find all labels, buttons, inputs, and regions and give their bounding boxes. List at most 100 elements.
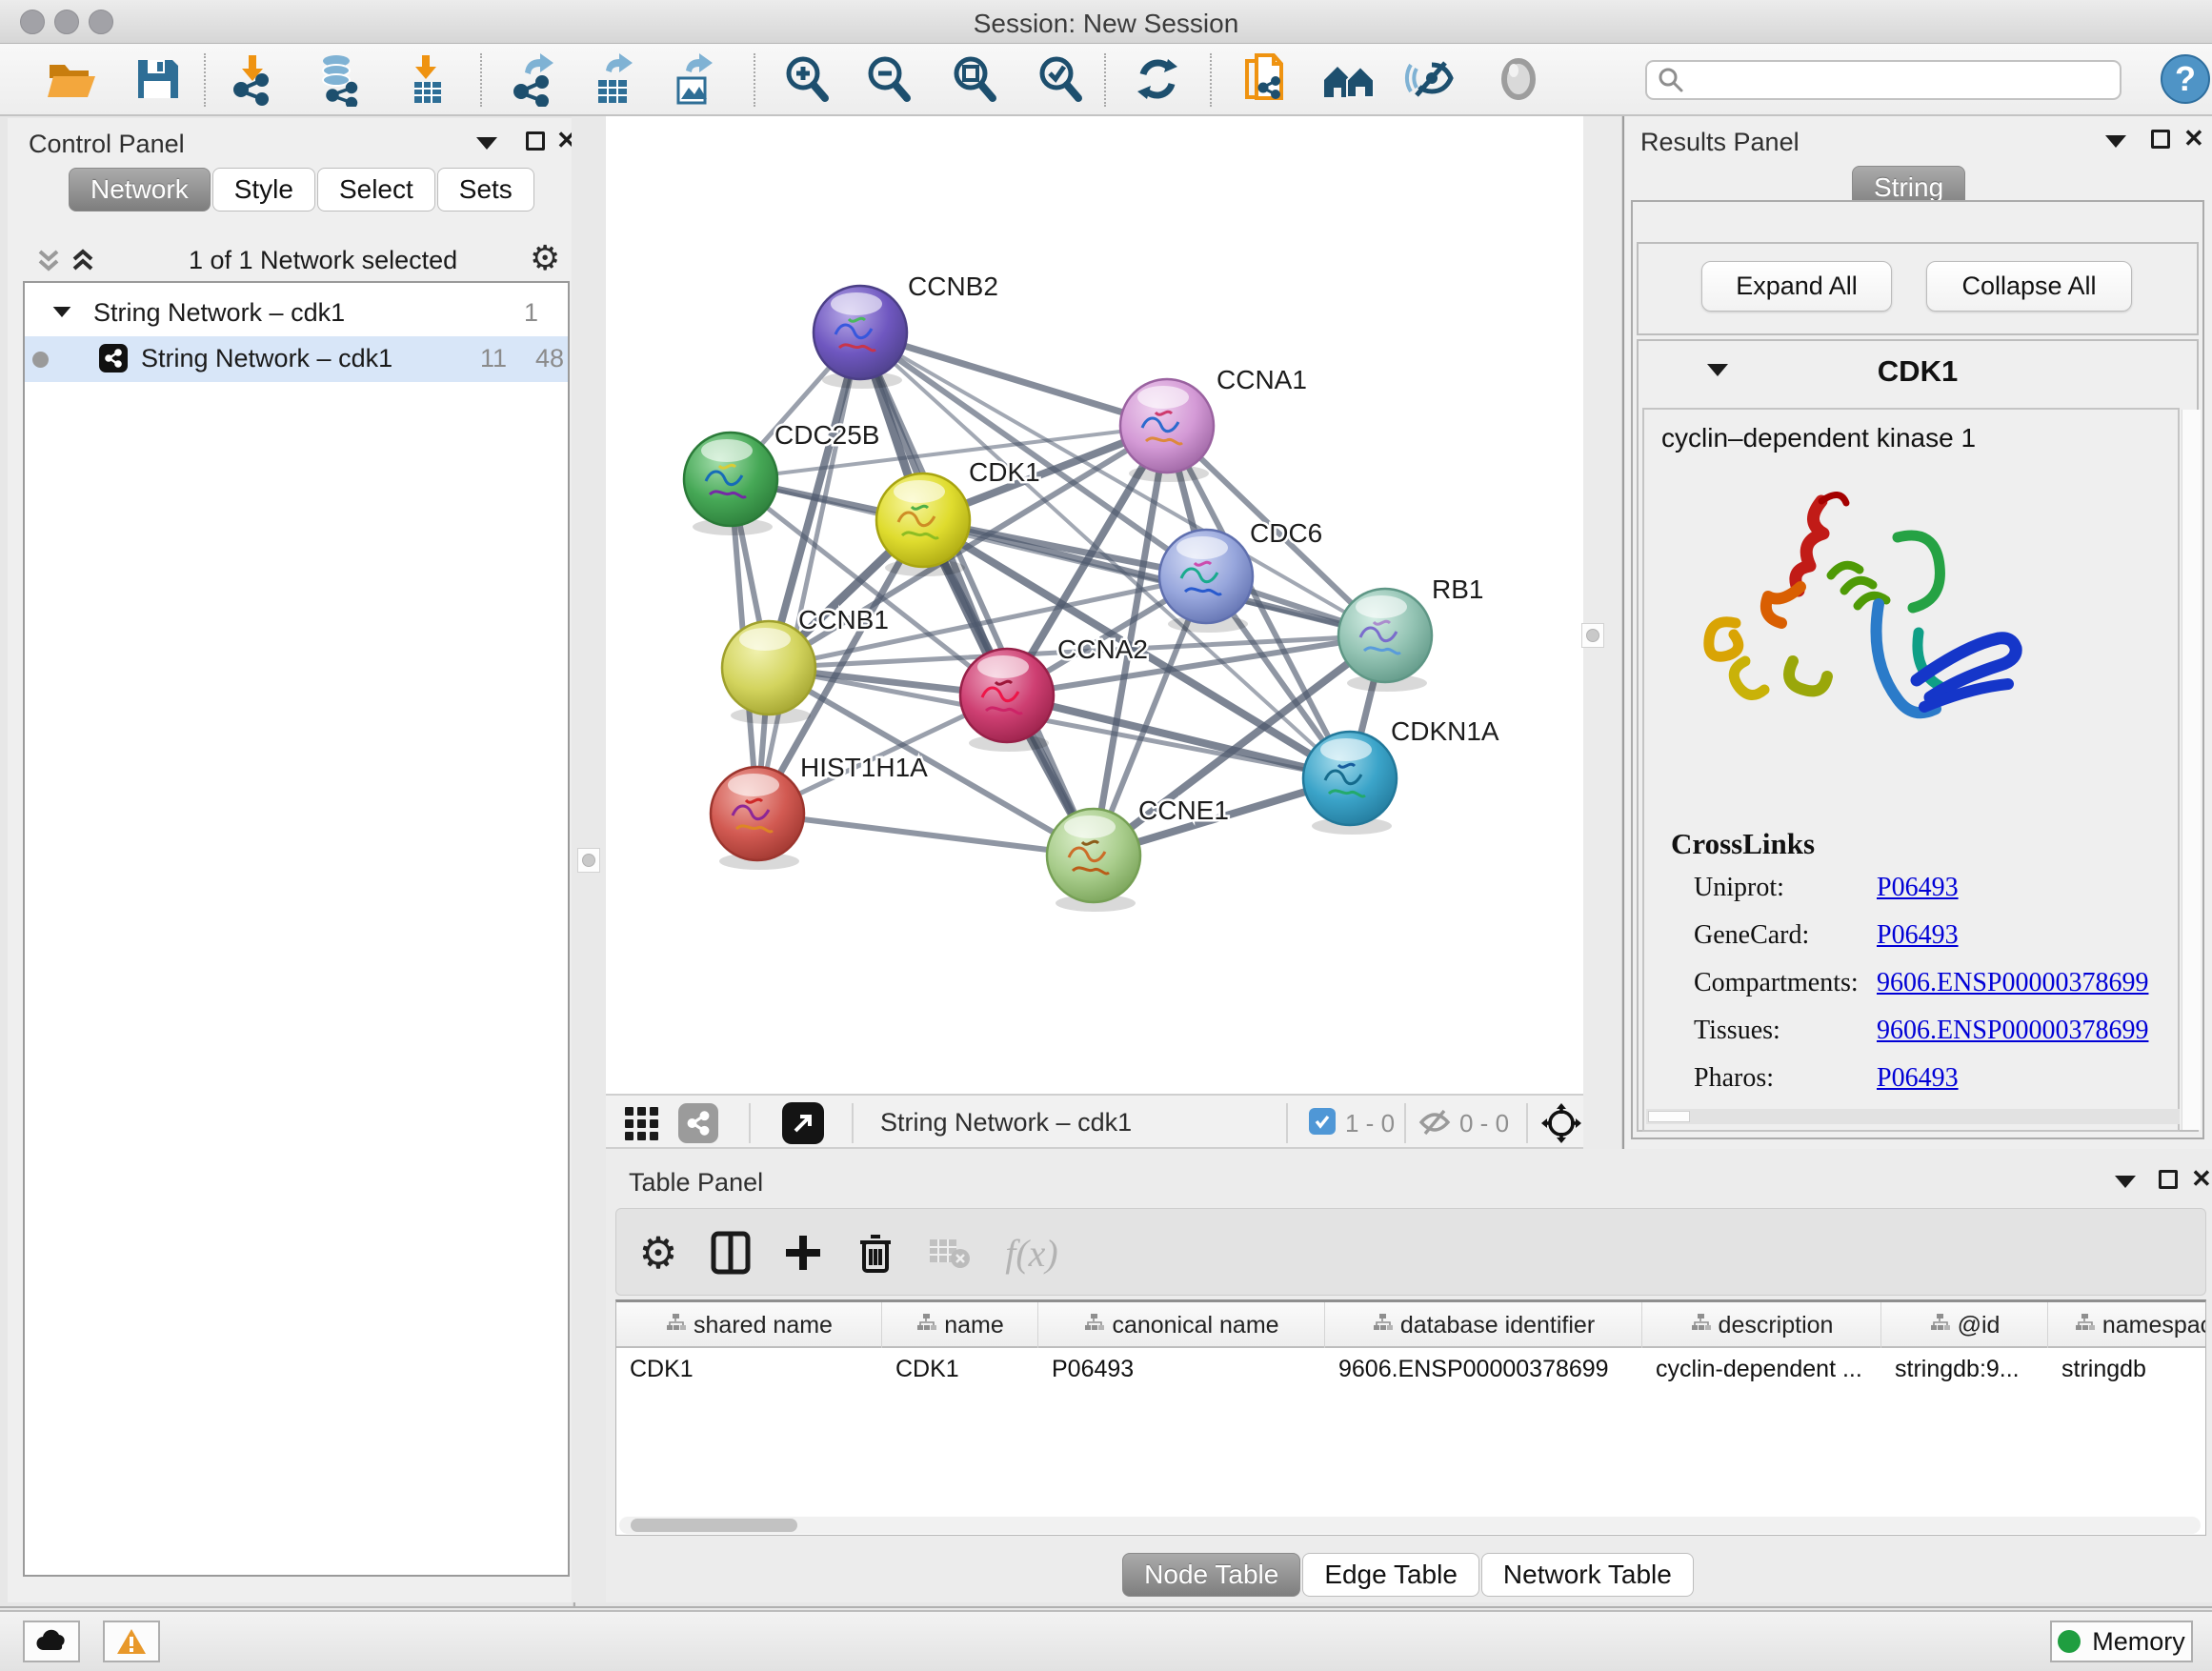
panel-splitter-right[interactable] <box>1621 116 1624 1149</box>
node-CCNB1[interactable] <box>722 621 815 724</box>
birdseye-toggle-button[interactable] <box>1488 49 1549 110</box>
tab-select[interactable]: Select <box>317 168 435 211</box>
home-layout-button[interactable] <box>1318 49 1379 110</box>
edge-CCNB2-HIST1H1A[interactable] <box>757 332 860 814</box>
tree-expand-icon[interactable] <box>53 307 71 317</box>
copy-document-button[interactable] <box>1235 49 1296 110</box>
results-hscrollbar[interactable] <box>1646 1109 2180 1124</box>
crosslink-link[interactable]: P06493 <box>1877 920 1959 951</box>
function-builder-icon[interactable]: f(x) <box>1001 1222 1062 1283</box>
close-panel-icon[interactable]: ✕ <box>2183 124 2204 153</box>
close-panel-icon[interactable]: ✕ <box>2191 1164 2212 1194</box>
import-network-file-button[interactable] <box>223 49 284 110</box>
column-header-namespac[interactable]: namespac <box>2048 1302 2206 1348</box>
string-view-icon[interactable] <box>678 1103 718 1143</box>
hidden-eye-icon[interactable] <box>1418 1107 1452 1142</box>
network-canvas[interactable]: CCNB2CCNA1CDC25BCDK1CDC6RB1CCNB1CCNA2CDK… <box>606 116 1583 1094</box>
export-network-button[interactable] <box>505 49 566 110</box>
tab-node-table[interactable]: Node Table <box>1122 1553 1300 1597</box>
node-CCNE1[interactable] <box>1047 809 1140 912</box>
table-cell[interactable]: cyclin-dependent ... <box>1642 1348 1881 1392</box>
table-cell[interactable]: 9606.ENSP00000378699 <box>1325 1348 1642 1392</box>
column-header-database-identifier[interactable]: database identifier <box>1325 1302 1642 1348</box>
results-vscrollbar[interactable] <box>2182 410 2201 1130</box>
table-hscrollbar[interactable] <box>619 1517 2201 1534</box>
delete-column-icon[interactable] <box>845 1222 906 1283</box>
selected-checkbox-icon[interactable] <box>1309 1108 1336 1135</box>
float-panel-icon[interactable] <box>476 137 497 150</box>
node-CDKN1A[interactable] <box>1303 732 1397 835</box>
import-table-button[interactable] <box>398 49 459 110</box>
table-cell[interactable]: P06493 <box>1038 1348 1325 1392</box>
splitter-handle-left[interactable] <box>577 848 600 873</box>
zoom-in-button[interactable] <box>776 49 837 110</box>
column-type-icon <box>915 1312 936 1339</box>
export-image-button[interactable] <box>662 49 723 110</box>
open-session-button[interactable] <box>41 49 102 110</box>
cloud-status-button[interactable] <box>23 1621 80 1662</box>
maximize-panel-icon[interactable] <box>2159 1170 2178 1189</box>
node-CCNB2[interactable] <box>814 286 907 389</box>
node-label-CDC25B: CDC25B <box>774 420 879 450</box>
column-header-name[interactable]: name <box>882 1302 1038 1348</box>
refresh-button[interactable] <box>1127 49 1188 110</box>
column-header-canonical-name[interactable]: canonical name <box>1038 1302 1325 1348</box>
maximize-panel-icon[interactable] <box>526 131 545 151</box>
node-label-CCNB1: CCNB1 <box>798 605 889 634</box>
crosslink-link[interactable]: P06493 <box>1877 873 1959 903</box>
memory-button[interactable]: Memory <box>2050 1621 2193 1662</box>
search-input[interactable] <box>1685 67 2104 93</box>
edge-HIST1H1A-CCNE1[interactable] <box>757 814 1094 856</box>
collapse-all-icon[interactable] <box>32 244 65 283</box>
column-header-label: name <box>944 1312 1004 1339</box>
table-cell[interactable]: CDK1 <box>882 1348 1038 1392</box>
show-columns-icon[interactable] <box>700 1222 761 1283</box>
maximize-panel-icon[interactable] <box>2151 130 2170 149</box>
node-CDC25B[interactable] <box>684 433 777 535</box>
add-column-icon[interactable] <box>773 1222 834 1283</box>
node-RB1[interactable] <box>1338 589 1432 692</box>
node-CCNA1[interactable] <box>1120 379 1214 482</box>
column-header--id[interactable]: @id <box>1881 1302 2048 1348</box>
table-cell[interactable]: stringdb <box>2048 1348 2206 1392</box>
detach-view-icon[interactable] <box>782 1102 824 1144</box>
network-collection-row[interactable]: String Network – cdk1 1 <box>25 296 568 332</box>
expand-all-icon[interactable] <box>67 244 99 283</box>
grid-view-icon[interactable] <box>623 1105 661 1146</box>
crosslink-link[interactable]: P06493 <box>1877 1063 1959 1094</box>
zoom-out-button[interactable] <box>858 49 919 110</box>
float-panel-icon[interactable] <box>2115 1176 2136 1188</box>
splitter-handle-right[interactable] <box>1581 623 1604 648</box>
edge-CCNB2-CCNA1[interactable] <box>860 332 1167 426</box>
show-graphics-details-button[interactable] <box>1400 49 1461 110</box>
table-cell[interactable]: stringdb:9... <box>1881 1348 2048 1392</box>
collapse-all-button[interactable]: Collapse All <box>1926 261 2132 312</box>
table-hscrollbar-thumb[interactable] <box>631 1519 797 1532</box>
export-table-button[interactable] <box>584 49 645 110</box>
column-header-description[interactable]: description <box>1642 1302 1881 1348</box>
save-session-button[interactable] <box>127 49 188 110</box>
column-header-shared-name[interactable]: shared name <box>616 1302 882 1348</box>
help-button[interactable]: ? <box>2155 49 2212 110</box>
tab-edge-table[interactable]: Edge Table <box>1302 1553 1479 1597</box>
import-network-database-button[interactable] <box>309 49 370 110</box>
table-cell[interactable]: CDK1 <box>616 1348 882 1392</box>
table-row[interactable]: CDK1CDK1P064939606.ENSP00000378699cyclin… <box>616 1348 2205 1392</box>
tab-network-table[interactable]: Network Table <box>1481 1553 1694 1597</box>
float-panel-icon[interactable] <box>2105 135 2126 148</box>
tab-network[interactable]: Network <box>69 168 211 211</box>
tab-style[interactable]: Style <box>212 168 315 211</box>
delete-table-icon[interactable] <box>919 1222 980 1283</box>
crosslink-link[interactable]: 9606.ENSP00000378699 <box>1877 968 2148 998</box>
crosslink-link[interactable]: 9606.ENSP00000378699 <box>1877 1016 2148 1046</box>
zoom-selected-button[interactable] <box>1030 49 1091 110</box>
network-row-selected[interactable]: String Network – cdk1 11 48 <box>25 336 568 382</box>
tab-sets[interactable]: Sets <box>437 168 534 211</box>
network-options-gear-icon[interactable]: ⚙ <box>530 238 560 278</box>
warnings-button[interactable] <box>103 1621 160 1662</box>
birdseye-view-icon[interactable] <box>1541 1103 1581 1148</box>
node-HIST1H1A[interactable] <box>711 767 804 870</box>
expand-all-button[interactable]: Expand All <box>1701 261 1892 312</box>
table-settings-gear-icon[interactable]: ⚙ <box>628 1222 689 1283</box>
zoom-fit-button[interactable] <box>944 49 1005 110</box>
